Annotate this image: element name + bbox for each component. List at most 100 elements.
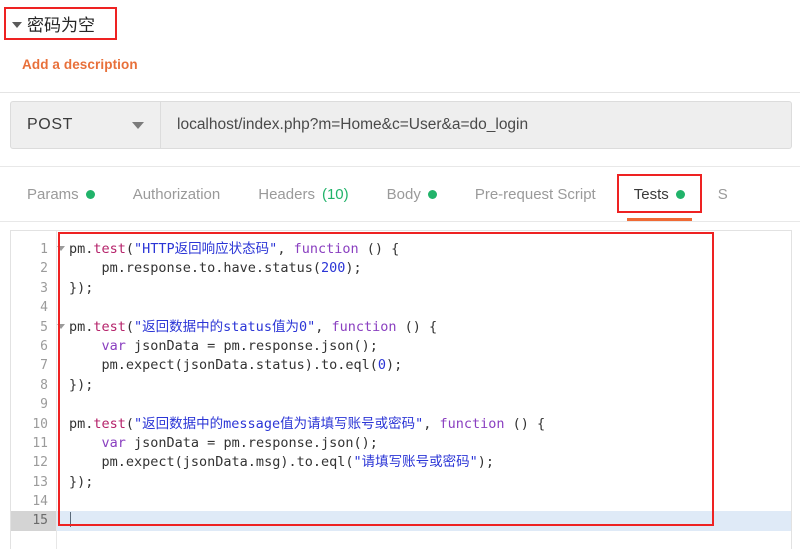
line-number: 8: [40, 377, 48, 393]
request-title-highlight-box[interactable]: 密码为空: [4, 7, 117, 40]
code-token: jsonData = pm.response.json();: [125, 337, 378, 354]
line-number: 6: [40, 338, 48, 354]
url-bar: POST: [10, 101, 792, 149]
code-line: pm.expect(jsonData.msg).to.eql("请填写账号或密码…: [69, 453, 791, 472]
code-token: });: [69, 279, 94, 296]
tab-label: Headers: [258, 186, 315, 203]
code-token: );: [345, 260, 362, 277]
chevron-down-icon[interactable]: [132, 121, 144, 129]
code-token: function: [293, 241, 359, 257]
code-token: });: [69, 376, 94, 393]
line-number: 3: [40, 280, 48, 296]
tab-settings-partial[interactable]: S: [704, 186, 728, 203]
line-number: 11: [32, 435, 48, 451]
tab-label: Body: [386, 186, 421, 203]
code-token: );: [477, 454, 495, 471]
status-dot-icon: [85, 190, 95, 199]
code-token: jsonData = pm.response.json();: [125, 434, 378, 451]
code-token: pm.response.to.have.status(: [69, 260, 321, 277]
request-tabs: Params Authorization Headers (10) Body P…: [0, 167, 800, 222]
code-line: });: [69, 376, 791, 395]
code-token: );: [386, 357, 403, 374]
code-line: pm.response.to.have.status(200);: [69, 259, 791, 278]
line-number: 14: [32, 494, 48, 510]
code-line: pm.test("返回数据中的message值为请填写账号或密码", funct…: [69, 415, 791, 434]
line-number: 1: [11, 240, 65, 259]
code-token: "HTTP返回响应状态码": [134, 241, 278, 257]
line-number: 12: [32, 455, 48, 471]
tab-params[interactable]: Params: [8, 167, 114, 222]
code-token: (: [125, 241, 135, 257]
code-token: test: [93, 241, 126, 257]
code-token: test: [93, 415, 126, 432]
tab-headers[interactable]: Headers (10): [239, 167, 367, 222]
divider-top: [0, 92, 800, 93]
line-number: 15: [11, 511, 56, 531]
code-token: pm.: [69, 318, 94, 335]
code-token: function: [439, 415, 505, 432]
code-token: 0: [377, 357, 386, 374]
tab-label: Pre-request Script: [474, 186, 596, 203]
code-token: ,: [315, 318, 332, 335]
code-line: var jsonData = pm.response.json();: [69, 337, 791, 356]
line-number: 13: [32, 474, 48, 490]
add-description-link[interactable]: Add a description: [22, 57, 138, 72]
code-line: });: [69, 473, 791, 492]
postman-request-pane: 密码为空 Add a description POST Params Autho…: [0, 0, 800, 549]
line-number: 9: [40, 397, 48, 413]
code-token: () {: [396, 318, 438, 335]
code-token: "返回数据中的status值为0": [134, 318, 316, 335]
code-token: "返回数据中的message值为请填写账号或密码": [134, 415, 424, 432]
tab-label: Params: [27, 186, 79, 203]
code-line: var jsonData = pm.response.json();: [69, 434, 791, 453]
code-token: () {: [504, 415, 546, 432]
code-token: var: [101, 434, 126, 451]
code-token: function: [331, 318, 397, 335]
code-token: });: [69, 473, 94, 490]
code-token: "请填写账号或密码": [353, 454, 478, 471]
tab-pre-request-script[interactable]: Pre-request Script: [456, 167, 615, 222]
tab-tests[interactable]: Tests: [615, 167, 704, 222]
code-token: ,: [423, 415, 440, 432]
editor-line-number-gutter: 1 2 3 4 5 6 7 8 9 10 11 12 13 14 15: [11, 231, 65, 549]
page-title: 密码为空: [27, 16, 95, 36]
code-token: pm.: [69, 415, 94, 432]
text-cursor: [70, 512, 71, 528]
editor-code-area[interactable]: pm.test("HTTP返回响应状态码", function () { pm.…: [57, 231, 791, 549]
code-token: test: [93, 318, 126, 335]
divider-tabs: [0, 221, 800, 222]
tab-label: Authorization: [132, 186, 221, 203]
code-token: () {: [358, 241, 400, 257]
code-token: pm.expect(jsonData.msg).to.eql(: [69, 454, 354, 471]
line-number: 5: [11, 318, 65, 337]
line-number: 10: [32, 416, 48, 432]
headers-count-badge: (10): [321, 186, 349, 203]
line-number: 2: [40, 261, 48, 277]
http-method-select[interactable]: POST: [11, 102, 161, 148]
code-line: [57, 511, 791, 531]
code-token: ,: [277, 241, 294, 257]
code-line: pm.test("返回数据中的status值为0", function () {: [69, 318, 791, 337]
code-line: });: [69, 279, 791, 298]
request-url-input[interactable]: [161, 102, 791, 148]
http-method-label: POST: [27, 116, 73, 133]
code-token: pm.expect(jsonData.status).to.eql(: [69, 357, 378, 374]
code-token: (: [125, 415, 135, 432]
code-token: pm.: [69, 241, 94, 257]
tab-body[interactable]: Body: [368, 167, 456, 222]
status-dot-icon: [675, 190, 685, 199]
code-line: pm.expect(jsonData.status).to.eql(0);: [69, 356, 791, 375]
tests-code-editor[interactable]: 1 2 3 4 5 6 7 8 9 10 11 12 13 14 15 pm.test("HTTP返回响应状…: [10, 230, 792, 549]
code-token: (: [125, 318, 135, 335]
code-token: var: [101, 337, 126, 354]
line-number: 7: [40, 358, 48, 374]
code-token: 200: [320, 260, 346, 277]
code-line: pm.test("HTTP返回响应状态码", function () {: [69, 240, 791, 259]
caret-down-icon[interactable]: [12, 21, 22, 28]
tab-authorization[interactable]: Authorization: [114, 167, 240, 222]
status-dot-icon: [427, 190, 437, 199]
